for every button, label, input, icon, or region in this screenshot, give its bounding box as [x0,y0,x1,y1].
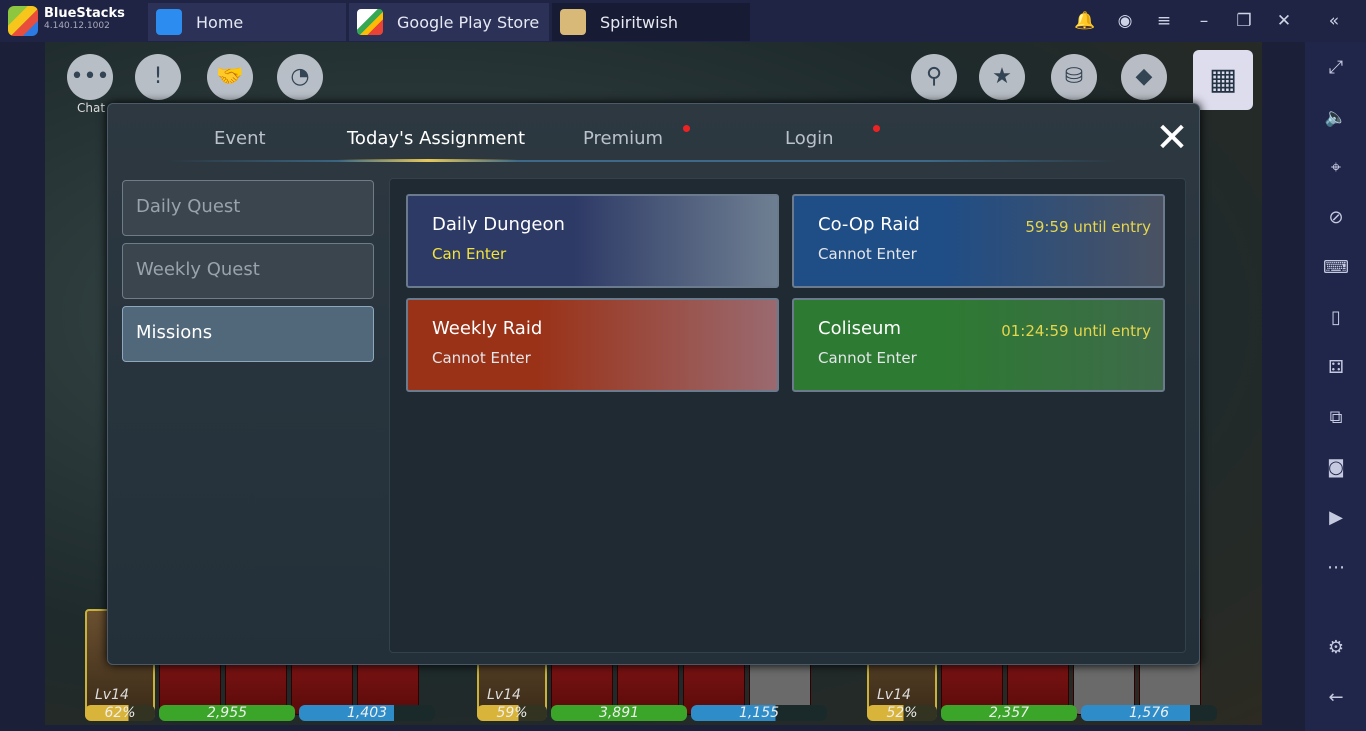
minimize-icon[interactable]: – [1194,11,1214,31]
bluestacks-logo-icon [8,6,38,36]
settings-icon[interactable]: ⚙ [1323,635,1349,661]
card-weekly-raid[interactable]: Weekly Raid Cannot Enter [406,298,779,392]
cursor-icon[interactable]: ⌖ [1323,155,1349,181]
card-status: Can Enter [432,245,507,263]
menu-daily-quest[interactable]: Daily Quest [122,180,374,236]
login-notification-dot [873,125,880,132]
hero-level: Lv14 [487,687,521,703]
card-status: Cannot Enter [818,245,917,263]
spiritwish-app-icon [560,9,586,35]
card-timer: 01:24:59 until entry [1001,322,1151,340]
close-window-icon[interactable]: ✕ [1274,11,1294,31]
tab-label: Google Play Store [397,12,540,32]
tab-event[interactable]: Event [214,128,266,149]
tab-divider [168,160,1118,162]
bag-icon[interactable]: ⛁ [1051,54,1097,100]
menu-icon[interactable]: ≡ [1154,11,1174,31]
card-status: Cannot Enter [818,349,917,367]
fullscreen-icon[interactable]: ⤢ [1323,55,1349,81]
exp-bar: 62% [85,705,155,721]
menu-missions[interactable]: Missions [122,306,374,362]
hero-level: Lv14 [95,687,129,703]
quest-book-icon[interactable]: ! [135,54,181,100]
tab-premium[interactable]: Premium [583,128,663,149]
right-sidebar: ⤢ 🔈 ⌖ ⊘ ⌨ ▯ ⚃ ⧉ ◙ ▶ ⋯ ⚙ ← [1305,42,1366,731]
hp-bar: 2,955 [159,705,295,721]
chat-label: Chat [77,101,106,115]
bell-icon[interactable]: 🔔 [1074,11,1095,31]
stopwatch-icon[interactable]: ◔ [277,54,323,100]
tab-label: Spiritwish [600,12,679,32]
restore-icon[interactable]: ❐ [1234,11,1254,31]
tab-label: Home [196,12,244,32]
eye-off-icon[interactable]: ⊘ [1323,205,1349,231]
mp-bar: 1,576 [1081,705,1217,721]
handshake-icon[interactable]: 🤝 [207,54,253,100]
account-icon[interactable]: ◉ [1115,11,1135,31]
version: 4.140.12.1002 [44,21,110,31]
close-dialog-button[interactable]: ✕ [1154,118,1190,158]
diamond-icon[interactable]: ◆ [1121,54,1167,100]
active-tab-indicator [338,159,518,162]
gamepad-icon[interactable]: ⚃ [1323,355,1349,381]
card-title: Weekly Raid [432,318,543,339]
more-icon[interactable]: ⋯ [1323,555,1349,581]
card-coliseum[interactable]: Coliseum Cannot Enter 01:24:59 until ent… [792,298,1165,392]
play-store-icon [357,9,383,35]
tab-google-play-store[interactable]: Google Play Store [349,3,549,41]
card-status: Cannot Enter [432,349,531,367]
camera-icon[interactable]: ◙ [1323,455,1349,481]
title-bar: BlueStacks 4.140.12.1002 Home Google Play… [0,0,1366,42]
grid-menu-icon[interactable]: ▦ [1193,50,1253,110]
search-player-icon[interactable]: ⚲ [911,54,957,100]
video-record-icon[interactable]: ▶ [1323,505,1349,531]
home-icon [156,9,182,35]
multi-instance-icon[interactable]: ⧉ [1323,405,1349,431]
mp-bar: 1,155 [691,705,827,721]
premium-notification-dot [683,125,690,132]
tab-home[interactable]: Home [148,3,346,41]
event-icon[interactable]: ★ [979,54,1025,100]
bluestacks-brand: BlueStacks 4.140.12.1002 [8,6,125,36]
card-timer: 59:59 until entry [1025,218,1151,236]
hero-level: Lv14 [877,687,911,703]
brand-name: BlueStacks [44,6,125,21]
tab-spiritwish[interactable]: Spiritwish [552,3,750,41]
exp-bar: 52% [867,705,937,721]
assignment-dialog: Event Today's Assignment Premium Login ✕… [107,103,1200,665]
tab-todays-assignment[interactable]: Today's Assignment [347,128,525,149]
chat-icon[interactable]: ••• [67,54,113,100]
card-co-op-raid[interactable]: Co-Op Raid Cannot Enter 59:59 until entr… [792,194,1165,288]
card-daily-dungeon[interactable]: Daily Dungeon Can Enter [406,194,779,288]
exp-bar: 59% [477,705,547,721]
hp-bar: 3,891 [551,705,687,721]
tab-login[interactable]: Login [785,128,834,149]
hp-bar: 2,357 [941,705,1077,721]
back-icon[interactable]: ← [1323,685,1349,711]
missions-panel: Daily Dungeon Can Enter Co-Op Raid Canno… [389,178,1186,653]
phone-rotate-icon[interactable]: ▯ [1323,305,1349,331]
menu-weekly-quest[interactable]: Weekly Quest [122,243,374,299]
mp-bar: 1,403 [299,705,435,721]
keyboard-icon[interactable]: ⌨ [1323,255,1349,281]
card-title: Daily Dungeon [432,214,565,235]
collapse-sidebar-icon[interactable]: « [1324,11,1344,31]
volume-icon[interactable]: 🔈 [1323,105,1349,131]
